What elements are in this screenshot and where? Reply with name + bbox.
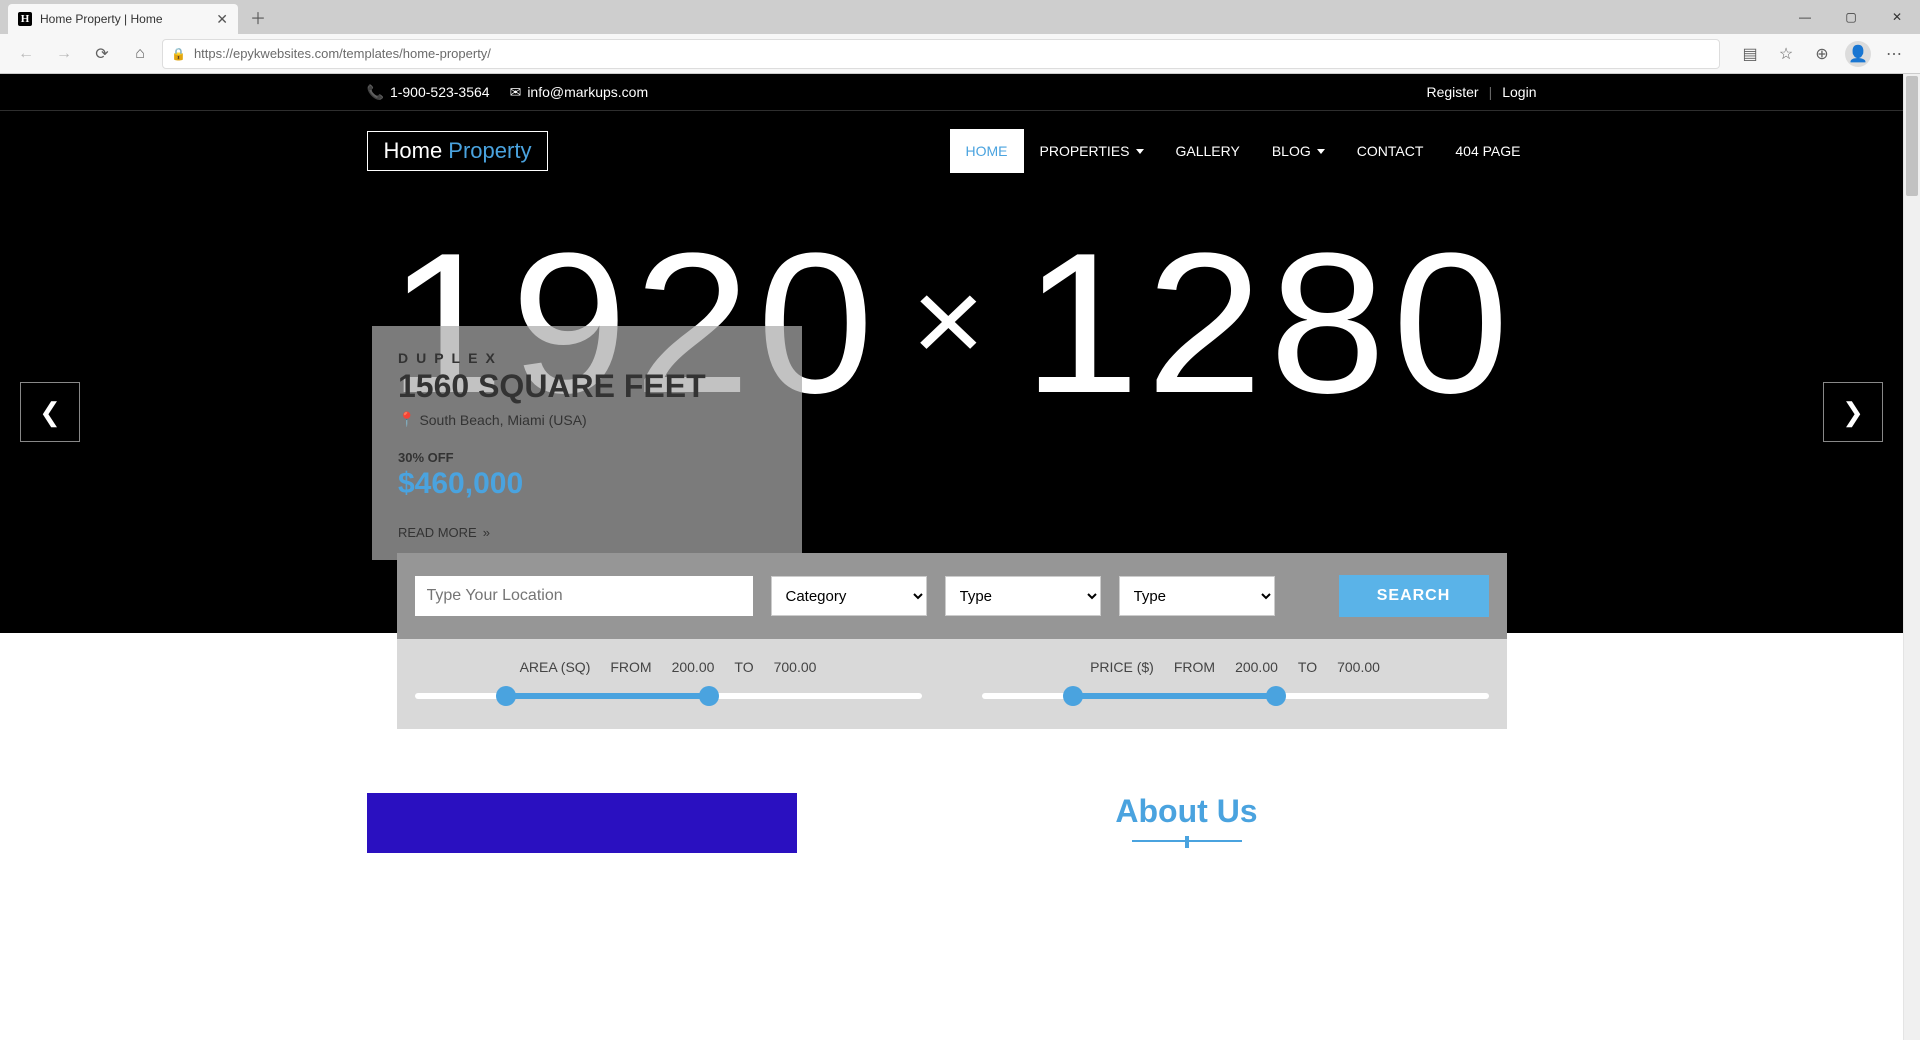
property-location: 📍South Beach, Miami (USA) bbox=[398, 411, 776, 428]
scrollbar-thumb[interactable] bbox=[1906, 76, 1918, 196]
category-select[interactable]: Category bbox=[771, 576, 927, 616]
price-handle-from[interactable] bbox=[1063, 686, 1083, 706]
slide-info-card: DUPLEX 1560 SQUARE FEET 📍South Beach, Mi… bbox=[372, 326, 802, 560]
profile-avatar[interactable]: 👤 bbox=[1842, 38, 1874, 70]
read-more-link[interactable]: READ MORE» bbox=[398, 525, 776, 540]
vertical-scrollbar[interactable] bbox=[1903, 74, 1920, 1040]
location-input[interactable] bbox=[415, 576, 753, 616]
browser-chrome: H Home Property | Home ✕ ＋ — ▢ ✕ ← → ⟳ ⌂… bbox=[0, 0, 1920, 74]
nav-404[interactable]: 404 PAGE bbox=[1439, 129, 1536, 173]
phone: 📞1-900-523-3564 bbox=[367, 84, 490, 101]
chevron-right-icon: » bbox=[483, 525, 490, 540]
back-button[interactable]: ← bbox=[10, 38, 42, 70]
login-link[interactable]: Login bbox=[1502, 84, 1536, 100]
menu-icon[interactable]: ⋯ bbox=[1878, 38, 1910, 70]
site-header: Home Property HOME PROPERTIES GALLERY BL… bbox=[0, 111, 1903, 191]
home-button[interactable]: ⌂ bbox=[124, 38, 156, 70]
property-price: $460,000 bbox=[398, 467, 776, 501]
price-range: PRICE ($) FROM 200.00 TO 700.00 bbox=[982, 659, 1489, 699]
minimize-button[interactable]: — bbox=[1782, 0, 1828, 34]
area-slider-track[interactable] bbox=[415, 693, 922, 699]
phone-icon: 📞 bbox=[367, 84, 384, 101]
property-headline: 1560 SQUARE FEET bbox=[398, 368, 776, 405]
search-panel: Category Type Type SEARCH AREA (SQ) FROM… bbox=[397, 553, 1507, 729]
mail-icon: ✉ bbox=[510, 84, 522, 101]
email: ✉info@markups.com bbox=[510, 84, 649, 101]
nav-gallery[interactable]: GALLERY bbox=[1160, 129, 1256, 173]
slider-next-button[interactable]: ❯ bbox=[1823, 382, 1883, 442]
nav-contact[interactable]: CONTACT bbox=[1341, 129, 1440, 173]
chevron-down-icon bbox=[1317, 149, 1325, 154]
favorites-icon[interactable]: ☆ bbox=[1770, 38, 1802, 70]
about-title: About Us bbox=[837, 793, 1537, 830]
url-bar[interactable]: 🔒 https://epykwebsites.com/templates/hom… bbox=[162, 39, 1720, 69]
type2-select[interactable]: Type bbox=[1119, 576, 1275, 616]
about-image-placeholder bbox=[367, 793, 797, 853]
area-range: AREA (SQ) FROM 200.00 TO 700.00 bbox=[415, 659, 922, 699]
main-nav: HOME PROPERTIES GALLERY BLOG CONTACT 404… bbox=[950, 129, 1537, 173]
search-row: Category Type Type SEARCH bbox=[397, 553, 1507, 639]
nav-home[interactable]: HOME bbox=[950, 129, 1024, 173]
title-underline bbox=[1132, 840, 1242, 842]
page-content: 📞1-900-523-3564 ✉info@markups.com Regist… bbox=[0, 74, 1903, 1040]
maximize-button[interactable]: ▢ bbox=[1828, 0, 1874, 34]
slider-prev-button[interactable]: ❮ bbox=[20, 382, 80, 442]
favicon: H bbox=[18, 12, 32, 26]
property-tag: DUPLEX bbox=[398, 350, 776, 366]
discount-label: 30% OFF bbox=[398, 450, 776, 465]
reader-icon[interactable]: ▤ bbox=[1734, 38, 1766, 70]
price-handle-to[interactable] bbox=[1266, 686, 1286, 706]
logo[interactable]: Home Property bbox=[367, 131, 549, 171]
area-handle-from[interactable] bbox=[496, 686, 516, 706]
lock-icon: 🔒 bbox=[171, 47, 186, 61]
collections-icon[interactable]: ⊕ bbox=[1806, 38, 1838, 70]
url-text: https://epykwebsites.com/templates/home-… bbox=[194, 46, 491, 61]
separator: | bbox=[1489, 84, 1493, 100]
window-controls: — ▢ ✕ bbox=[1782, 0, 1920, 34]
search-button[interactable]: SEARCH bbox=[1339, 575, 1489, 617]
chevron-down-icon bbox=[1136, 149, 1144, 154]
browser-tab[interactable]: H Home Property | Home ✕ bbox=[8, 4, 238, 34]
register-link[interactable]: Register bbox=[1426, 84, 1478, 100]
top-info-bar: 📞1-900-523-3564 ✉info@markups.com Regist… bbox=[0, 74, 1903, 111]
refresh-button[interactable]: ⟳ bbox=[86, 38, 118, 70]
type-select[interactable]: Type bbox=[945, 576, 1101, 616]
price-slider-track[interactable] bbox=[982, 693, 1489, 699]
forward-button[interactable]: → bbox=[48, 38, 80, 70]
close-tab-icon[interactable]: ✕ bbox=[216, 11, 228, 28]
nav-blog[interactable]: BLOG bbox=[1256, 129, 1341, 173]
nav-properties[interactable]: PROPERTIES bbox=[1024, 129, 1160, 173]
range-row: AREA (SQ) FROM 200.00 TO 700.00 bbox=[397, 639, 1507, 729]
pin-icon: 📍 bbox=[398, 411, 415, 428]
tab-strip: H Home Property | Home ✕ ＋ — ▢ ✕ bbox=[0, 0, 1920, 34]
new-tab-button[interactable]: ＋ bbox=[244, 3, 272, 31]
area-handle-to[interactable] bbox=[699, 686, 719, 706]
close-window-button[interactable]: ✕ bbox=[1874, 0, 1920, 34]
browser-toolbar: ← → ⟳ ⌂ 🔒 https://epykwebsites.com/templ… bbox=[0, 34, 1920, 74]
tab-title: Home Property | Home bbox=[40, 12, 208, 26]
placeholder-image-text: 1920×1280 bbox=[0, 209, 1903, 439]
